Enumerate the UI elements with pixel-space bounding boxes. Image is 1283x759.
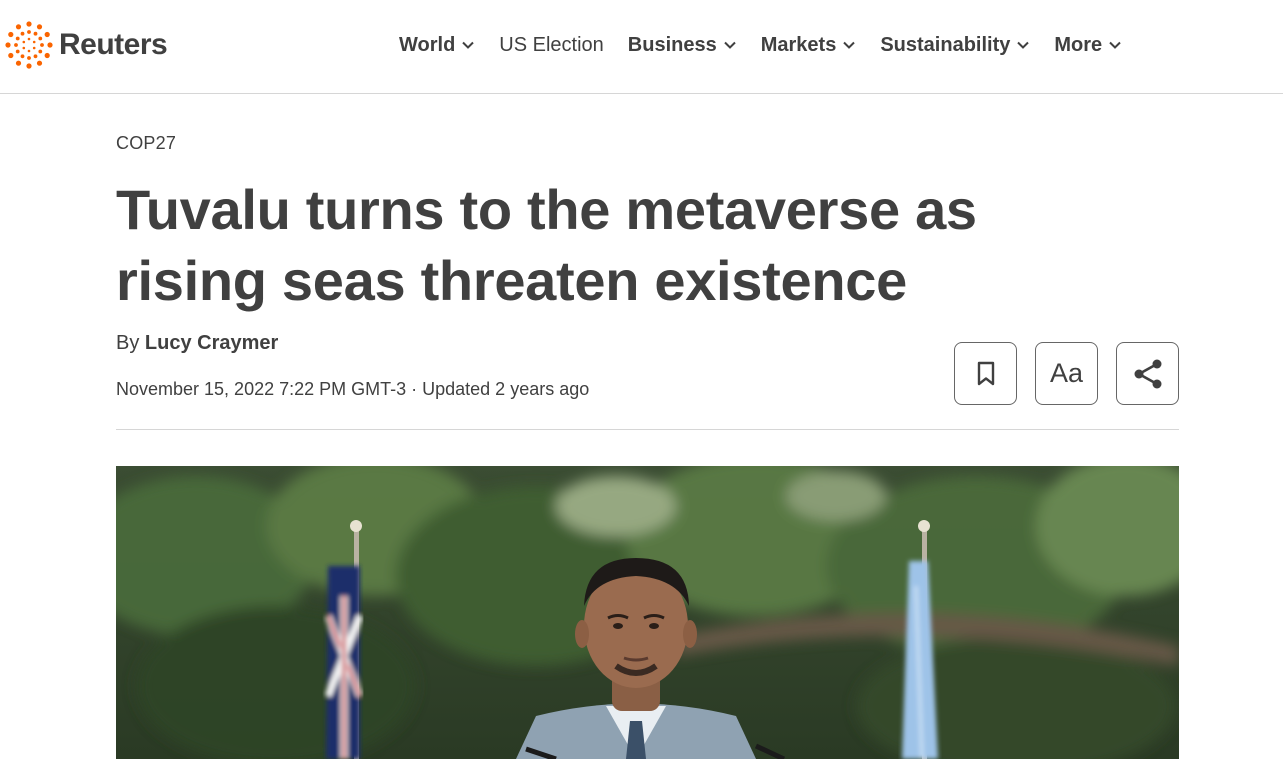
nav-item-world[interactable]: World [399,34,475,57]
share-button[interactable] [1116,342,1179,405]
chevron-down-icon [843,41,856,49]
nav-item-markets[interactable]: Markets [761,34,857,57]
chevron-down-icon [1109,41,1121,49]
reuters-logo-icon [5,21,53,69]
brand-name: Reuters [59,28,168,61]
reuters-logo[interactable]: Reuters [4,20,168,70]
nav-item-us-election[interactable]: US Election [499,34,604,57]
primary-nav: World US Election Business Markets Susta… [399,30,1146,60]
nav-item-label: Business [627,33,717,56]
hero-photo [116,466,1179,759]
nav-item-sustainability[interactable]: Sustainability [880,34,1030,57]
nav-item-business[interactable]: Business [628,34,737,57]
text-size-label: Aa [1049,358,1084,388]
chevron-down-icon [724,41,736,49]
nav-item-label: World [399,33,456,56]
byline: By Lucy Craymer [116,332,278,355]
author-link[interactable]: Lucy Craymer [145,332,278,354]
chevron-down-icon [1017,41,1030,49]
nav-item-label: US Election [499,33,604,56]
nav-item-label: More [1054,33,1103,56]
nav-item-label: Sustainability [880,33,1011,56]
share-icon [1134,359,1161,388]
dateline: November 15, 2022 7:22 PM GMT-3 · Update… [116,379,590,399]
chevron-down-icon [462,41,475,49]
nav-item-more[interactable]: More [1054,34,1122,57]
bookmark-button[interactable] [954,342,1017,405]
text-size-button[interactable]: Aa [1035,342,1098,405]
bookmark-icon [977,361,994,385]
article-headline: Tuvalu turns to the metaverse as rising … [116,178,977,312]
divider [116,429,1179,430]
hero-image[interactable] [116,466,1179,759]
site-header: Reuters World US Election Business Marke… [0,0,1283,94]
byline-prefix: By [116,332,145,354]
article-kicker[interactable]: COP27 [116,133,176,154]
nav-item-label: Markets [760,33,837,56]
article-tools: Aa [954,342,1179,405]
